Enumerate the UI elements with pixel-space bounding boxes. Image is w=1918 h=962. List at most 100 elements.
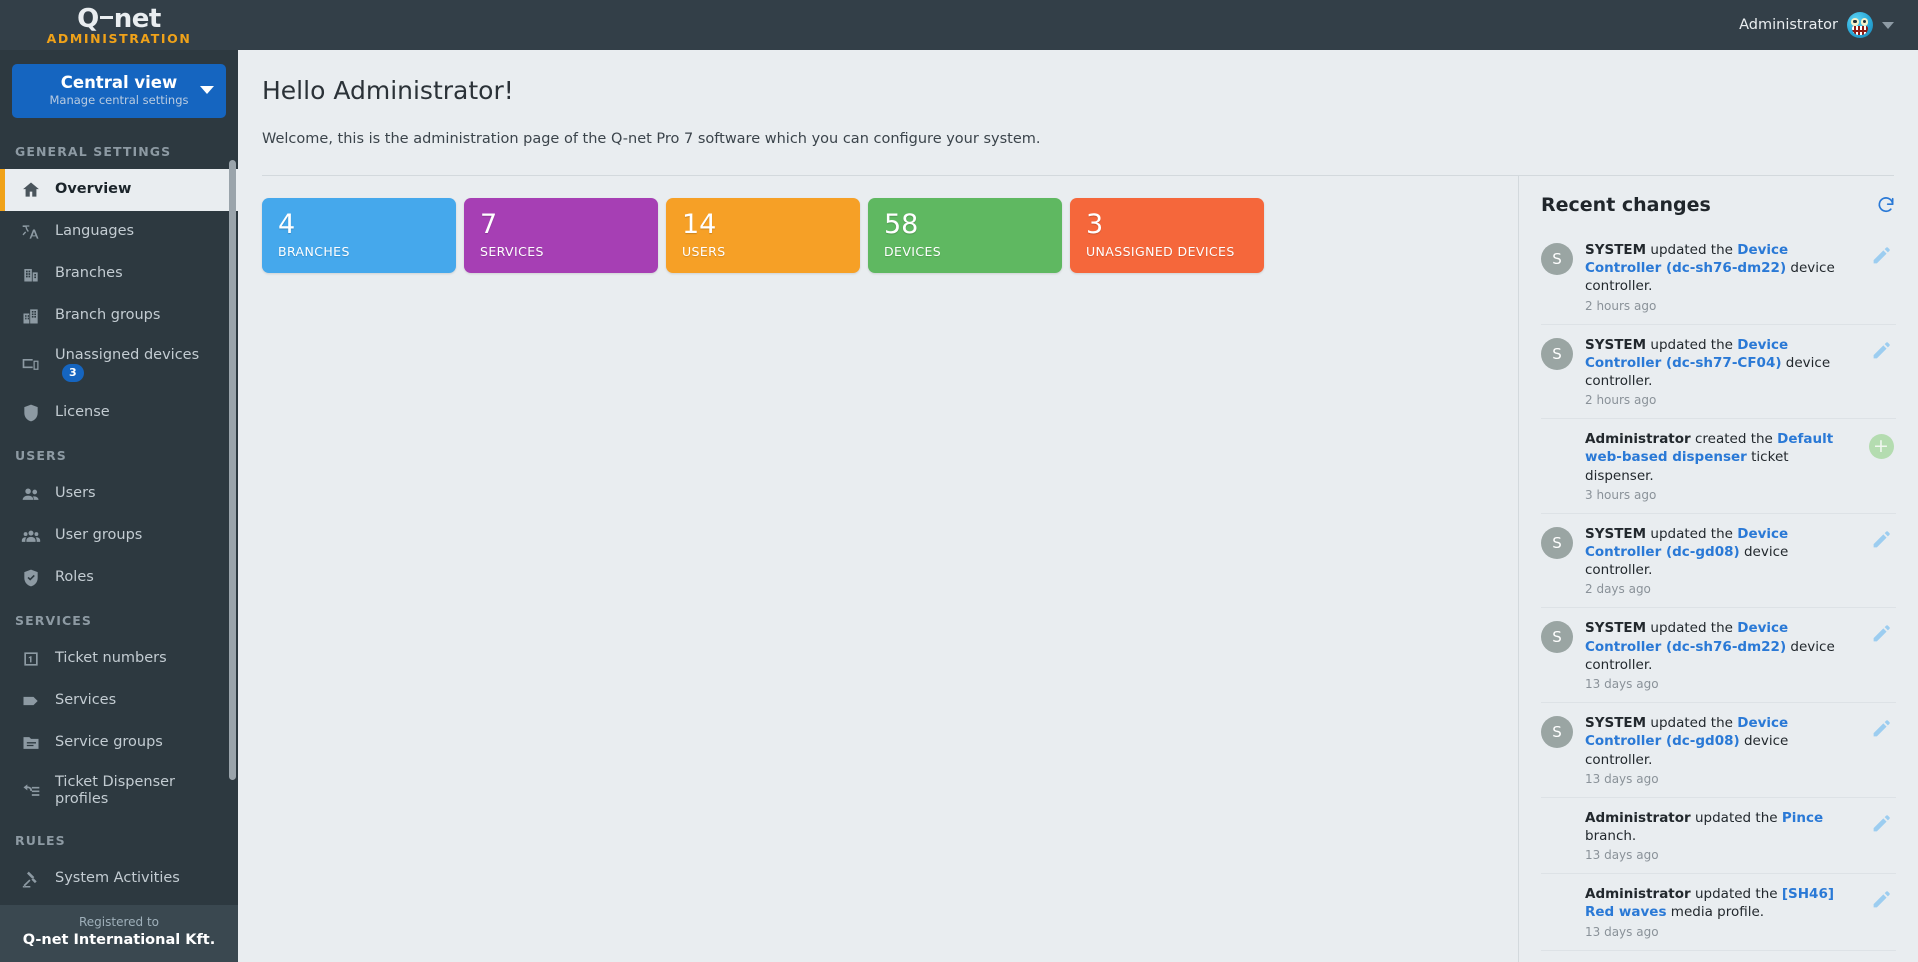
chevron-down-icon[interactable] — [1882, 21, 1894, 29]
sidebar-section-title: GENERAL SETTINGS — [15, 144, 172, 159]
create-icon[interactable]: + — [1866, 430, 1896, 460]
recent-change-item: S SYSTEM updated the Device Controller (d… — [1541, 230, 1896, 324]
recent-change-item: S SYSTEM updated the Device Controller (d… — [1541, 512, 1896, 608]
recent-change-text: Administrator updated the [SH46] Red wav… — [1585, 885, 1854, 921]
recent-change-item: S SYSTEM updated the Device Controller (d… — [1541, 702, 1896, 797]
recent-change-text: SYSTEM updated the Device Controller (dc… — [1585, 525, 1854, 580]
sidebar-scrollbar[interactable] — [229, 160, 236, 780]
sidebar-item-branch-groups[interactable]: Branch groups — [0, 295, 238, 337]
avatar: S — [1541, 526, 1573, 559]
recent-change-verb: updated the — [1690, 809, 1782, 826]
sidebar: Central view Manage central settings GEN… — [0, 50, 238, 962]
sidebar-item-overview[interactable]: Overview — [0, 169, 238, 211]
sidebar-item-users[interactable]: Users — [0, 473, 238, 515]
recent-change-time: 2 hours ago — [1585, 393, 1657, 408]
avatar — [1541, 811, 1573, 843]
avatar — [1541, 887, 1573, 919]
recent-change-body: Administrator created the Default web-ba… — [1585, 430, 1854, 502]
sidebar-item-services[interactable]: Services — [0, 680, 238, 722]
avatar — [1847, 12, 1873, 38]
refresh-icon[interactable] — [1876, 195, 1896, 215]
sidebar-item-ticket-numbers[interactable]: Ticket numbers — [0, 638, 238, 680]
folder-icon — [20, 732, 42, 754]
dispenser-icon — [20, 780, 42, 802]
users-icon — [20, 483, 42, 505]
recent-change-text: Administrator updated the Pince branch. — [1585, 809, 1854, 845]
recent-change-verb: updated the — [1690, 886, 1782, 903]
edit-pencil-icon[interactable] — [1866, 241, 1896, 266]
gavel-icon — [20, 868, 42, 890]
recent-change-actor: SYSTEM — [1585, 241, 1647, 258]
recent-change-body: SYSTEM updated the Device Controller (dc… — [1585, 714, 1854, 786]
recent-change-time: 13 days ago — [1585, 677, 1659, 692]
stat-card-value: 4 — [278, 208, 296, 240]
edit-pencil-icon[interactable] — [1866, 336, 1896, 361]
recent-change-item: Administrator updated the [SH46] Red wav… — [1541, 873, 1896, 949]
sidebar-item-user-groups[interactable]: User groups — [0, 515, 238, 557]
sidebar-item-roles[interactable]: Roles — [0, 557, 238, 599]
sidebar-item-label: Unassigned devices — [55, 347, 200, 363]
chevron-down-icon — [200, 86, 214, 94]
main-content: Hello Administrator! Welcome, this is th… — [238, 50, 1918, 962]
view-switcher[interactable]: Central view Manage central settings — [12, 64, 226, 118]
sidebar-item-unassigned-devices[interactable]: Unassigned devices3 — [0, 337, 238, 392]
user-groups-icon — [20, 525, 42, 547]
sidebar-item-label: Overview — [55, 181, 132, 198]
recent-changes-panel: Recent changes S SYSTEM updated the Devic… — [1518, 175, 1918, 962]
edit-pencil-icon[interactable] — [1866, 885, 1896, 910]
brand-logo[interactable]: Qnet ADMINISTRATION — [0, 4, 238, 46]
stat-card-label: DEVICES — [884, 244, 942, 260]
sidebar-item-branches[interactable]: Branches — [0, 253, 238, 295]
recent-change-actor: SYSTEM — [1585, 620, 1647, 637]
devices-icon — [20, 353, 42, 375]
sidebar-item-languages[interactable]: Languages — [0, 211, 238, 253]
stat-card-label: SERVICES — [480, 244, 544, 260]
sidebar-item-label: Branches — [55, 265, 123, 282]
view-switcher-title: Central view — [60, 73, 178, 92]
registered-label: Registered to — [78, 915, 159, 929]
recent-change-item: S SYSTEM updated the Device Controller (d… — [1541, 323, 1896, 419]
avatar-initial: S — [1541, 621, 1573, 654]
sidebar-nav: GENERAL SETTINGS Overview Languages Branche… — [0, 118, 238, 905]
avatar: S — [1541, 242, 1573, 275]
recent-change-text: SYSTEM updated the Device Controller (dc… — [1585, 714, 1854, 769]
sidebar-item-service-groups[interactable]: Service groups — [0, 722, 238, 764]
recent-change-actor: SYSTEM — [1585, 336, 1647, 353]
stat-card-services[interactable]: 7 SERVICES — [464, 197, 658, 274]
sidebar-item-label: Branch groups — [55, 307, 161, 324]
recent-change-verb: updated the — [1646, 336, 1738, 353]
recent-change-time: 2 days ago — [1585, 582, 1651, 597]
sidebar-item-license[interactable]: License — [0, 392, 238, 434]
brand-subtitle: ADMINISTRATION — [46, 31, 192, 47]
sidebar-item-system-activities[interactable]: System Activities — [0, 858, 238, 900]
edit-pencil-icon[interactable] — [1866, 809, 1896, 834]
recent-change-body: Administrator updated the [SH46] Red wav… — [1585, 885, 1854, 938]
edit-pencil-icon[interactable] — [1866, 619, 1896, 644]
recent-change-actor: Administrator — [1585, 886, 1691, 903]
sidebar-section-title: USERS — [15, 447, 67, 463]
recent-change-text: Administrator created the Default web-ba… — [1585, 430, 1854, 485]
recent-change-actor: Administrator — [1585, 809, 1691, 826]
avatar-initial: S — [1541, 526, 1573, 559]
stat-card-users[interactable]: 14 USERS — [666, 197, 860, 274]
language-icon — [20, 221, 42, 243]
recent-change-verb: updated the — [1646, 620, 1738, 637]
edit-pencil-icon[interactable] — [1866, 525, 1896, 550]
sidebar-item-label: System Activities — [55, 869, 180, 886]
stats-area: 4 BRANCHES 7 SERVICES 14 USERS 58 DEVICES 3 UNASS… — [238, 176, 1518, 962]
stat-card-devices[interactable]: 58 DEVICES — [868, 197, 1062, 274]
recent-change-link[interactable]: Pince — [1782, 810, 1823, 826]
recent-change-body: SYSTEM updated the Device Controller (dc… — [1585, 336, 1854, 408]
stat-card-branches[interactable]: 4 BRANCHES — [262, 197, 456, 274]
recent-change-verb: created the — [1690, 431, 1778, 448]
sidebar-item-label: Ticket Dispenser profiles — [55, 773, 176, 808]
sidebar-item-label: Services — [55, 692, 117, 709]
user-menu[interactable]: Administrator — [1739, 12, 1918, 38]
sidebar-item-ticket-dispenser-profiles[interactable]: Ticket Dispenser profiles — [0, 764, 238, 819]
recent-change-item: S SYSTEM updated the Device Controller (d… — [1541, 607, 1896, 702]
recent-change-time: 13 days ago — [1585, 771, 1659, 786]
edit-pencil-icon[interactable] — [1866, 714, 1896, 739]
admin-dashboard: Qnet ADMINISTRATION Administrator Centra… — [0, 0, 1918, 962]
stat-card-unassigned-devices[interactable]: 3 UNASSIGNED DEVICES — [1070, 197, 1264, 274]
avatar — [1541, 432, 1573, 464]
